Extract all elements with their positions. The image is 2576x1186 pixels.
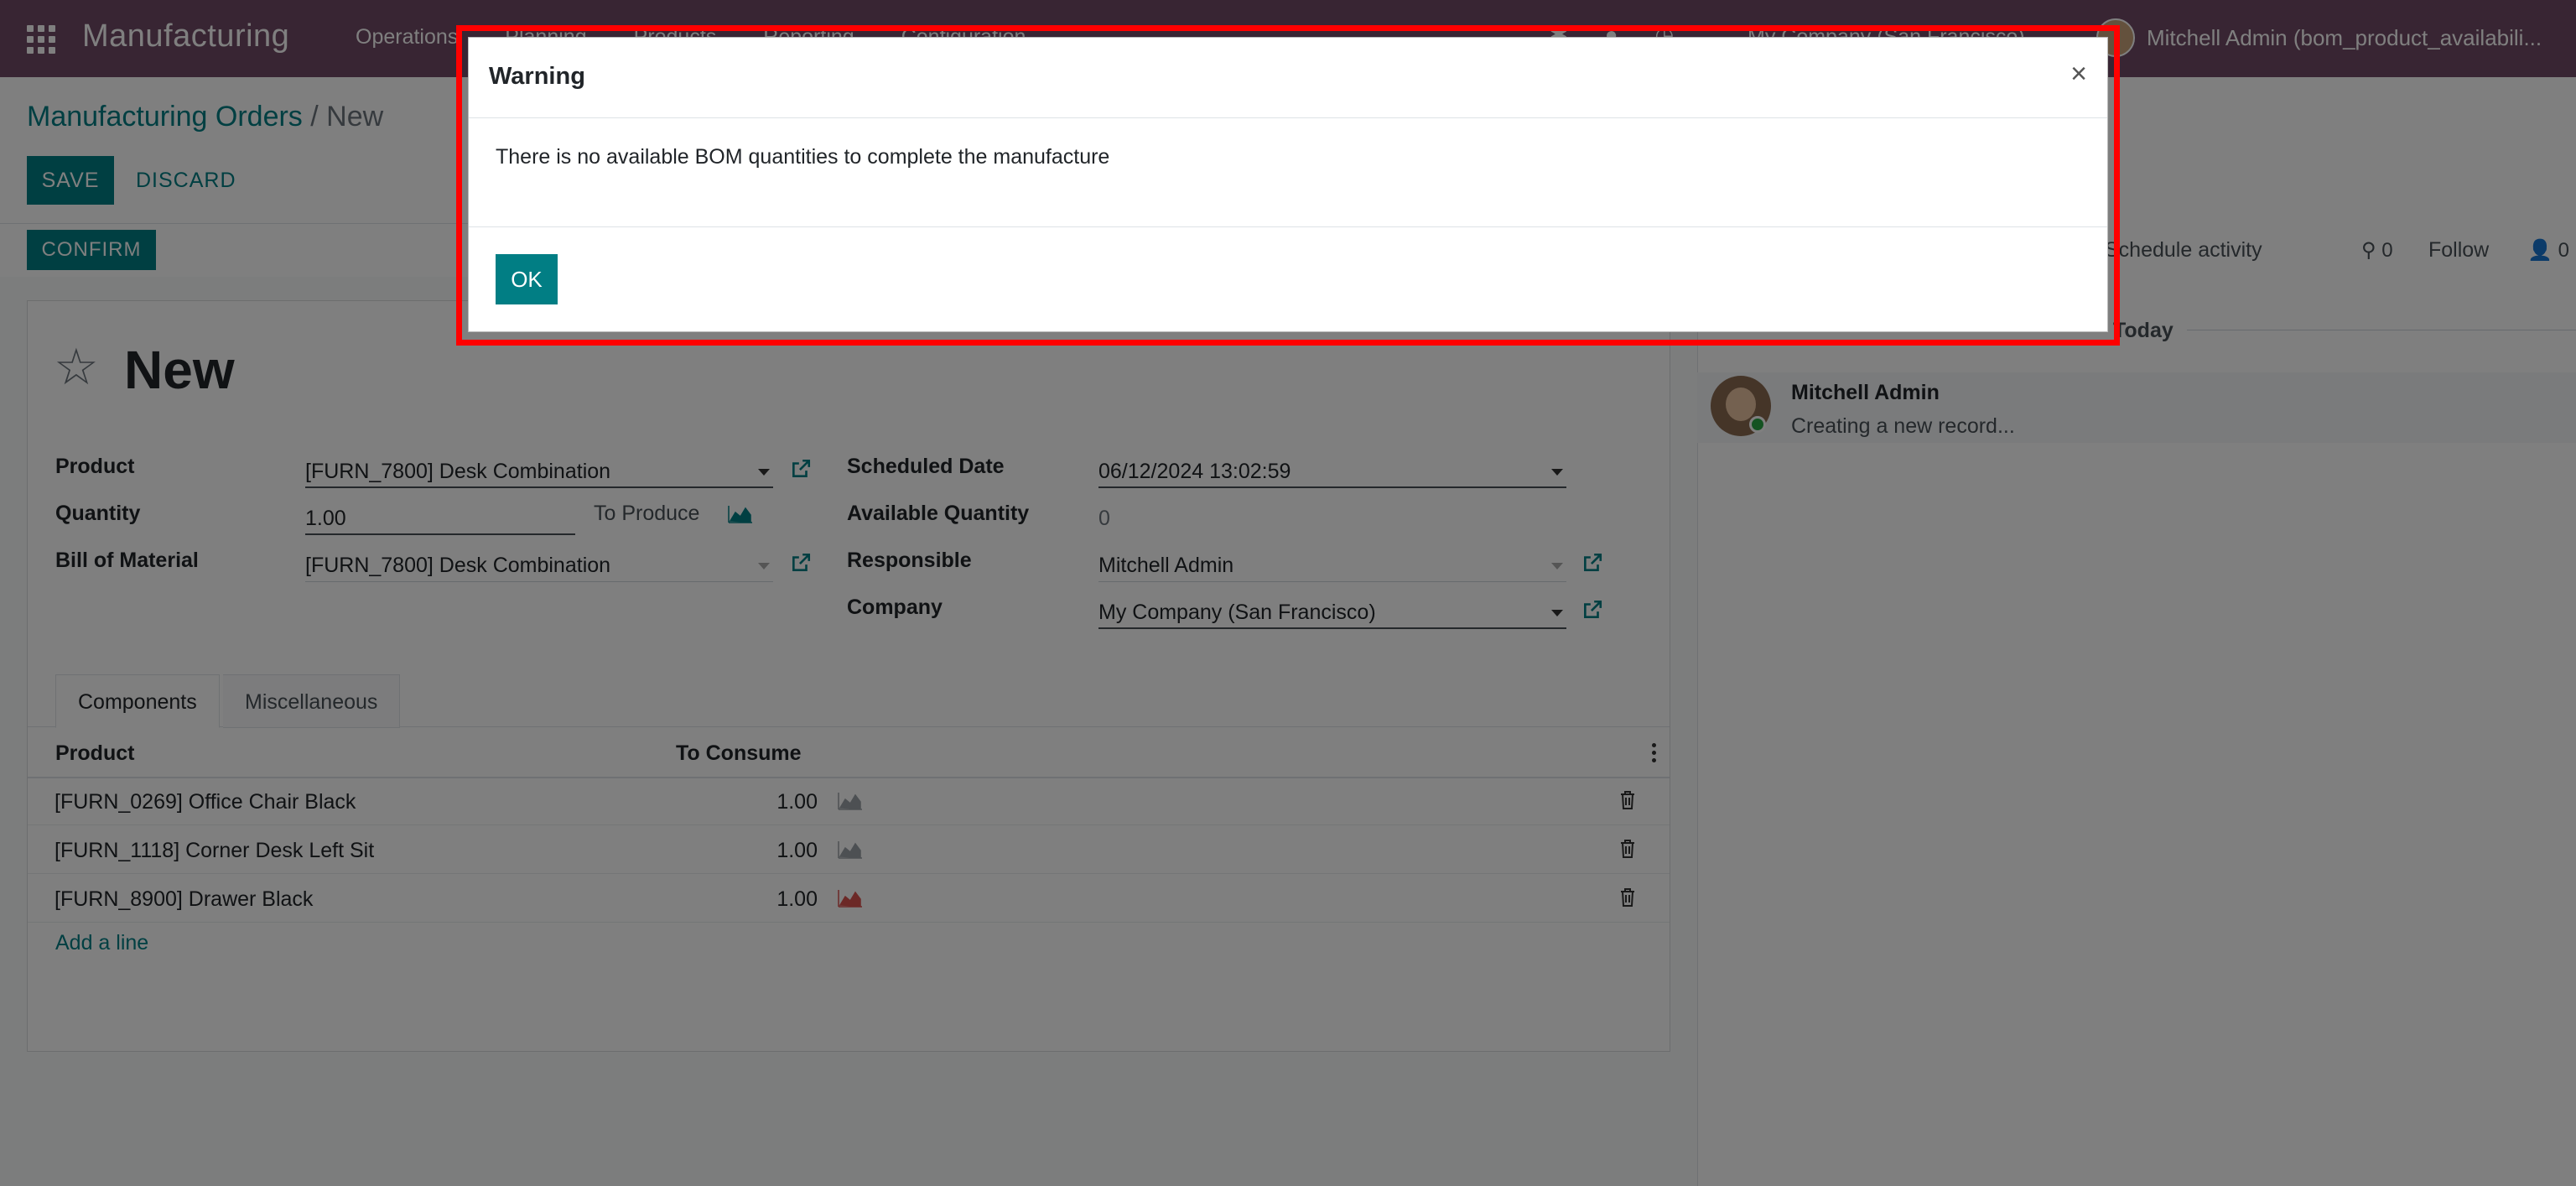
dialog-body: There is no available BOM quantities to …: [469, 118, 2107, 227]
dialog-title: Warning: [489, 63, 585, 90]
dialog-header: Warning ×: [469, 38, 2107, 118]
warning-dialog: Warning × There is no available BOM quan…: [468, 37, 2108, 332]
ok-button[interactable]: OK: [496, 254, 558, 304]
dialog-message: There is no available BOM quantities to …: [496, 145, 1110, 169]
close-icon[interactable]: ×: [2070, 60, 2087, 88]
